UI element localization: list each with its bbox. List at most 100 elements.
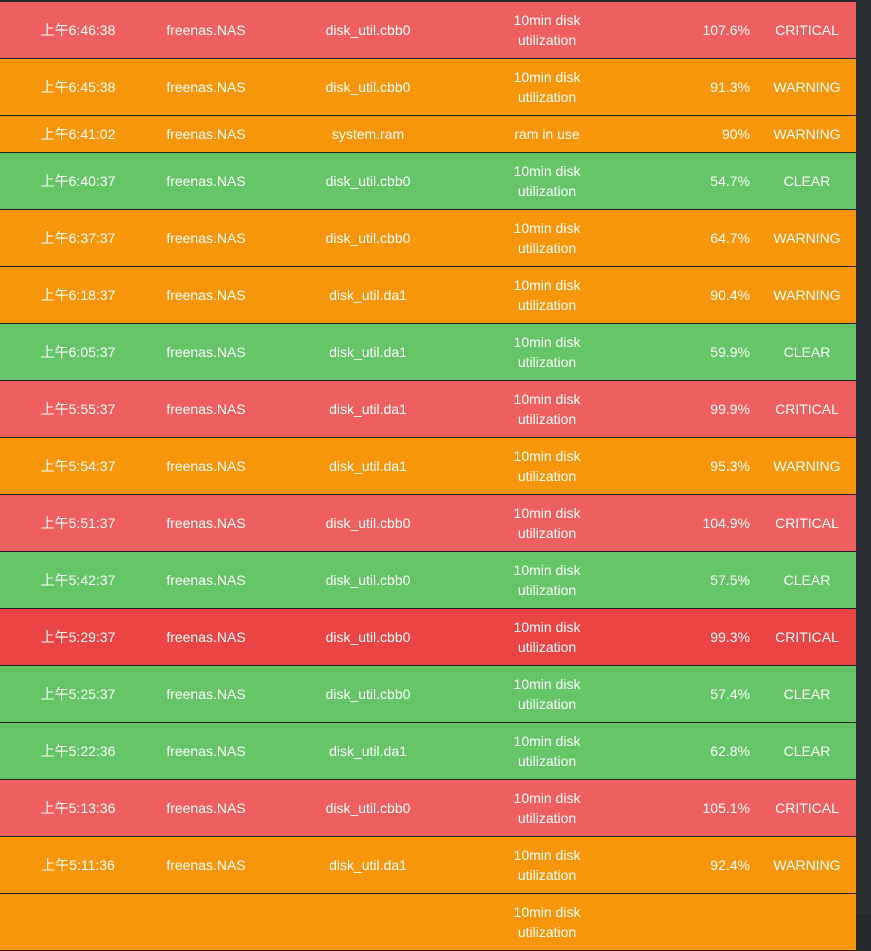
alarm-row[interactable]: 上午6:05:37 freenas.NAS disk_util.da1 10min d… [0, 324, 856, 381]
alarm-value: 57.5% [710, 572, 750, 588]
alarm-row[interactable]: 10min disk utilization [0, 894, 856, 951]
alarm-host: freenas.NAS [166, 686, 246, 702]
alarm-status: CRITICAL [775, 401, 839, 417]
alarm-log-table: 上午6:46:38 freenas.NAS disk_util.cbb0 10min … [0, 2, 856, 951]
alarm-row[interactable]: 上午5:42:37 freenas.NAS disk_util.cbb0 10min … [0, 552, 856, 609]
alarm-row[interactable]: 上午5:29:37 freenas.NAS disk_util.cbb0 10min … [0, 609, 856, 666]
alarm-time: 上午6:37:37 [40, 230, 116, 246]
alarm-time: 上午5:55:37 [40, 401, 116, 417]
alarm-value: 95.3% [710, 458, 750, 474]
alarm-row[interactable]: 上午5:54:37 freenas.NAS disk_util.da1 10min d… [0, 438, 856, 495]
alarm-status: CLEAR [783, 743, 831, 759]
alarm-row[interactable]: 上午6:18:37 freenas.NAS disk_util.da1 10min d… [0, 267, 856, 324]
alarm-description: 10min disk utilization [513, 676, 581, 712]
alarm-description: 10min disk utilization [513, 334, 581, 370]
alarm-host: freenas.NAS [166, 79, 246, 95]
alarm-value [660, 894, 750, 950]
alarm-row[interactable]: 上午5:11:36 freenas.NAS disk_util.da1 10min d… [0, 837, 856, 894]
alarm-time: 上午6:40:37 [40, 173, 116, 189]
alarm-source: disk_util.da1 [329, 287, 407, 303]
alarm-source: disk_util.cbb0 [325, 572, 411, 588]
alarm-status: CLEAR [783, 686, 831, 702]
alarm-host: freenas.NAS [166, 515, 246, 531]
alarm-description: 10min disk utilization [513, 505, 581, 541]
alarm-row[interactable]: 上午6:40:37 freenas.NAS disk_util.cbb0 10min … [0, 153, 856, 210]
alarm-status: CLEAR [783, 173, 831, 189]
alarm-row[interactable]: 上午5:55:37 freenas.NAS disk_util.da1 10min d… [0, 381, 856, 438]
alarm-host: freenas.NAS [166, 173, 246, 189]
alarm-row[interactable]: 上午5:51:37 freenas.NAS disk_util.cbb0 10min … [0, 495, 856, 552]
alarm-source: disk_util.cbb0 [325, 686, 411, 702]
alarm-status: WARNING [773, 126, 841, 142]
alarm-status: WARNING [773, 857, 841, 873]
alarm-row[interactable]: 上午6:45:38 freenas.NAS disk_util.cbb0 10min … [0, 59, 856, 116]
alarm-status: WARNING [773, 287, 841, 303]
alarm-host: freenas.NAS [166, 126, 246, 142]
alarm-host: freenas.NAS [166, 22, 246, 38]
alarm-time: 上午5:11:36 [41, 857, 115, 873]
alarm-status: CLEAR [783, 572, 831, 588]
alarm-value: 91.3% [710, 79, 750, 95]
alarm-row[interactable]: 上午6:37:37 freenas.NAS disk_util.cbb0 10min … [0, 210, 856, 267]
alarm-description: 10min disk utilization [513, 391, 581, 427]
alarm-value: 107.6% [702, 22, 750, 38]
alarm-description: 10min disk utilization [513, 69, 581, 105]
alarm-row[interactable]: 上午6:46:38 freenas.NAS disk_util.cbb0 10min … [0, 2, 856, 59]
alarm-host: freenas.NAS [166, 572, 246, 588]
alarm-value: 104.9% [702, 515, 750, 531]
vertical-scrollbar[interactable] [856, 0, 871, 914]
alarm-host: freenas.NAS [166, 629, 246, 645]
alarm-host: freenas.NAS [166, 401, 246, 417]
alarm-time [18, 894, 138, 950]
alarm-description: 10min disk utilization [513, 277, 581, 313]
alarm-status: WARNING [773, 458, 841, 474]
alarm-time: 上午6:41:02 [40, 126, 116, 142]
alarm-time: 上午5:51:37 [40, 515, 116, 531]
alarm-time: 上午6:46:38 [40, 22, 116, 38]
alarm-host: freenas.NAS [166, 743, 246, 759]
alarm-host: freenas.NAS [166, 230, 246, 246]
alarm-status [760, 894, 854, 950]
alarm-description: 10min disk utilization [513, 562, 581, 598]
alarm-status: CRITICAL [775, 515, 839, 531]
alarm-host: freenas.NAS [166, 458, 246, 474]
alarm-time: 上午5:42:37 [40, 572, 116, 588]
alarm-description: ram in use [514, 126, 580, 142]
alarm-source: disk_util.cbb0 [325, 173, 411, 189]
alarm-status: CLEAR [783, 344, 831, 360]
alarm-value: 92.4% [710, 857, 750, 873]
alarm-value: 90.4% [710, 287, 750, 303]
alarm-time: 上午5:22:36 [40, 743, 116, 759]
alarm-time: 上午6:05:37 [40, 344, 116, 360]
alarm-time: 上午5:13:36 [40, 800, 116, 816]
alarm-host: freenas.NAS [166, 287, 246, 303]
alarm-host [146, 894, 266, 950]
alarm-source: disk_util.cbb0 [325, 230, 411, 246]
alarm-description: 10min disk utilization [513, 220, 581, 256]
alarm-source: disk_util.da1 [329, 401, 407, 417]
alarm-source: disk_util.cbb0 [325, 22, 411, 38]
alarm-time: 上午6:18:37 [40, 287, 116, 303]
alarm-source: disk_util.cbb0 [325, 629, 411, 645]
alarm-status: WARNING [773, 230, 841, 246]
alarm-value: 54.7% [710, 173, 750, 189]
alarm-status: CRITICAL [775, 800, 839, 816]
alarm-row[interactable]: 上午5:22:36 freenas.NAS disk_util.da1 10min d… [0, 723, 856, 780]
alarm-description: 10min disk utilization [513, 619, 581, 655]
alarm-source: disk_util.da1 [329, 743, 407, 759]
alarm-status: CRITICAL [775, 629, 839, 645]
alarm-row[interactable]: 上午6:41:02 freenas.NAS system.ram ram in use… [0, 116, 856, 153]
alarm-value: 99.3% [710, 629, 750, 645]
alarm-time: 上午5:25:37 [40, 686, 116, 702]
alarm-description: 10min disk utilization [513, 847, 581, 883]
alarm-row[interactable]: 上午5:25:37 freenas.NAS disk_util.cbb0 10min … [0, 666, 856, 723]
alarm-value: 57.4% [710, 686, 750, 702]
alarm-value: 105.1% [702, 800, 750, 816]
alarm-source [288, 894, 448, 950]
alarm-row[interactable]: 上午5:13:36 freenas.NAS disk_util.cbb0 10min … [0, 780, 856, 837]
alarm-host: freenas.NAS [166, 344, 246, 360]
alarm-time: 上午5:29:37 [40, 629, 116, 645]
alarm-host: freenas.NAS [166, 800, 246, 816]
alarm-description: 10min disk utilization [513, 790, 581, 826]
alarm-value: 90% [721, 126, 750, 142]
